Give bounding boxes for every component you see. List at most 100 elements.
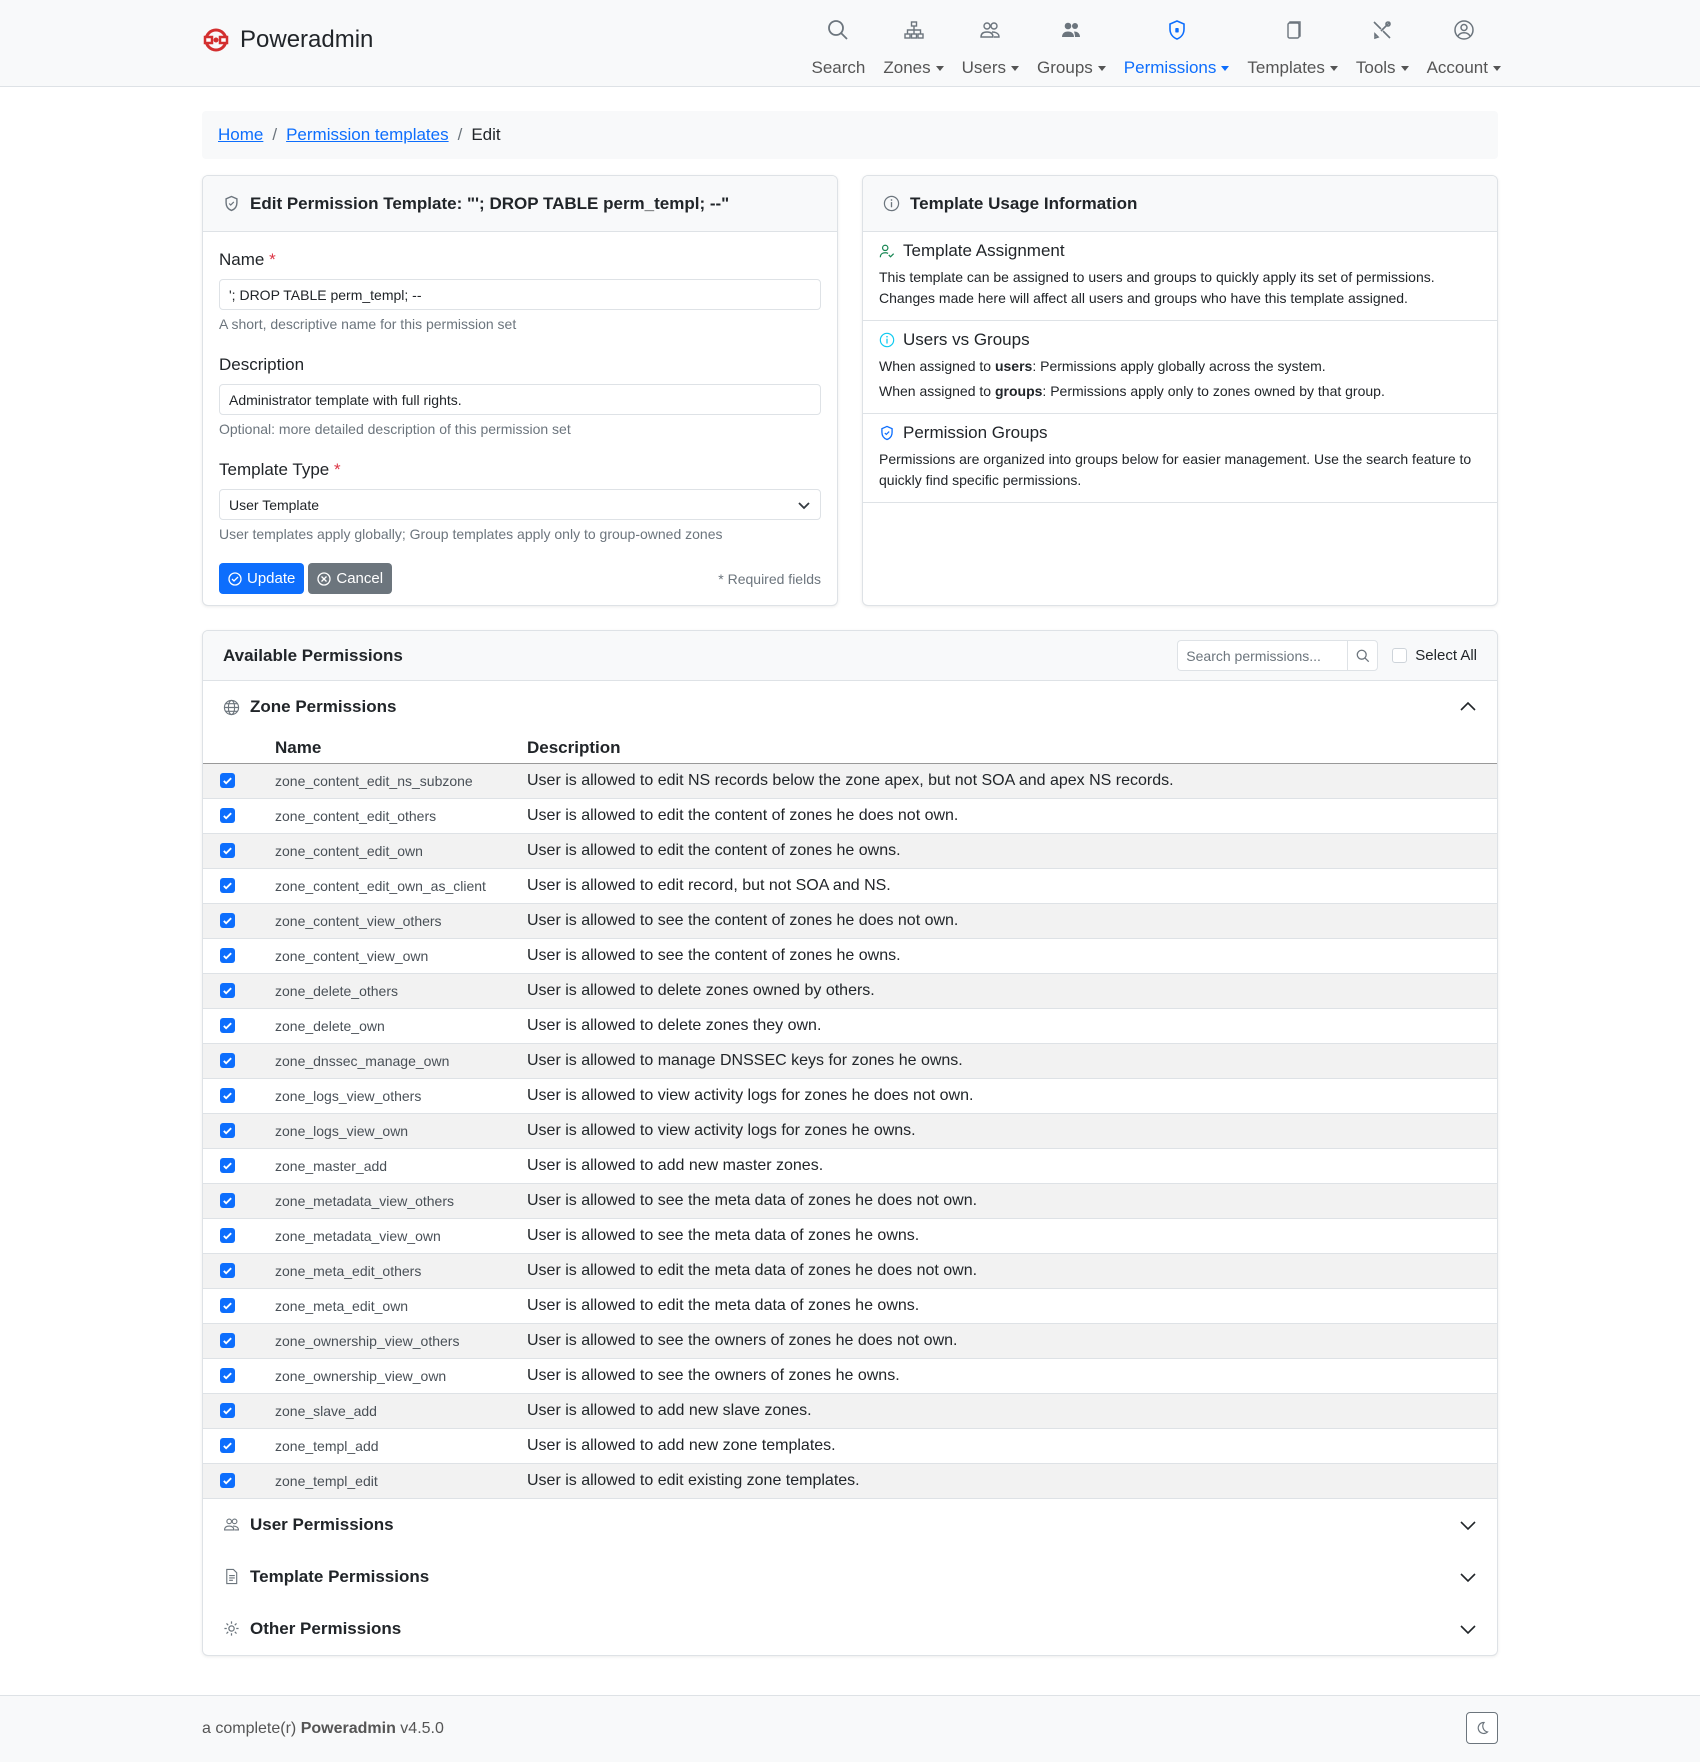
permission-checkbox[interactable]	[220, 1053, 235, 1068]
permission-checkbox[interactable]	[220, 1403, 235, 1418]
breadcrumb-permission-templates[interactable]: Permission templates	[286, 125, 449, 145]
permission-description: User is allowed to delete zones they own…	[527, 1016, 822, 1034]
permission-checkbox[interactable]	[220, 1123, 235, 1138]
user-permissions-toggle[interactable]: User Permissions	[203, 1499, 1497, 1551]
table-row: zone_logs_view_own User is allowed to vie…	[203, 1113, 1497, 1148]
update-button[interactable]: Update	[219, 563, 305, 594]
pg-title: Permission Groups	[903, 423, 1048, 442]
permission-description: User is allowed to see the content of zo…	[527, 911, 959, 929]
permission-checkbox[interactable]	[220, 808, 235, 823]
nav-tools[interactable]: Tools	[1347, 16, 1418, 78]
permission-checkbox[interactable]	[220, 1018, 235, 1033]
assignment-text: This template can be assigned to users a…	[879, 269, 1435, 306]
nav-groups[interactable]: Groups	[1028, 16, 1115, 78]
breadcrumb: Home / Permission templates / Edit	[202, 111, 1498, 159]
permission-checkbox[interactable]	[220, 1438, 235, 1453]
nav-search-label: Search	[811, 58, 866, 77]
select-all[interactable]: Select All	[1392, 647, 1477, 664]
permission-checkbox[interactable]	[220, 913, 235, 928]
permission-checkbox[interactable]	[220, 878, 235, 893]
x-circle-icon	[317, 571, 332, 586]
permission-name: zone_master_add	[275, 1157, 388, 1174]
permission-checkbox[interactable]	[220, 948, 235, 963]
poweradmin-logo-icon	[202, 26, 230, 54]
nav-menu: Search Zones Users Groups Permissions Te…	[803, 16, 1510, 78]
template-permissions-toggle[interactable]: Template Permissions	[203, 1551, 1497, 1603]
brand[interactable]: Poweradmin	[202, 26, 373, 54]
nav-search[interactable]: Search	[803, 16, 875, 78]
shield-icon	[1166, 16, 1188, 44]
caret-down-icon	[1011, 65, 1020, 71]
permission-checkbox[interactable]	[220, 1368, 235, 1383]
permission-name: zone_metadata_view_others	[275, 1192, 455, 1209]
nav-account-label: Account	[1426, 58, 1488, 77]
navbar: Poweradmin Search Zones Users Groups Per…	[0, 0, 1700, 87]
other-permissions-toggle[interactable]: Other Permissions	[203, 1603, 1497, 1655]
zone-permissions-toggle[interactable]: Zone Permissions	[203, 681, 1497, 733]
permission-description: User is allowed to edit the content of z…	[527, 806, 959, 824]
permission-checkbox[interactable]	[220, 1088, 235, 1103]
users-icon	[979, 16, 1001, 44]
table-row: zone_meta_edit_others User is allowed to …	[203, 1253, 1497, 1288]
permission-checkbox[interactable]	[220, 1193, 235, 1208]
caret-down-icon	[1493, 65, 1501, 71]
nav-templates[interactable]: Templates	[1238, 16, 1346, 78]
permission-checkbox[interactable]	[220, 1473, 235, 1488]
template-usage-card: Template Usage Information Template Assi…	[862, 175, 1498, 606]
other-permissions-title: Other Permissions	[250, 1618, 402, 1638]
permission-description: User is allowed to edit existing zone te…	[527, 1471, 860, 1489]
edit-card-title: Edit Permission Template: "'; DROP TABLE…	[250, 193, 730, 213]
table-row: zone_delete_others User is allowed to del…	[203, 973, 1497, 1008]
uvg-users-text: When assigned to users: Permissions appl…	[879, 358, 1326, 374]
nav-tools-label: Tools	[1355, 58, 1396, 77]
assignment-title: Template Assignment	[903, 241, 1065, 260]
nav-users[interactable]: Users	[953, 16, 1028, 78]
nav-zones[interactable]: Zones	[874, 16, 952, 78]
nav-zones-label: Zones	[883, 58, 931, 77]
permission-checkbox[interactable]	[220, 983, 235, 998]
permission-description: User is allowed to see the owners of zon…	[527, 1331, 958, 1349]
permission-name: zone_metadata_view_own	[275, 1227, 441, 1244]
chevron-up-icon	[1459, 698, 1477, 716]
nav-permissions[interactable]: Permissions	[1115, 16, 1239, 78]
description-input[interactable]: Administrator template with full rights.	[219, 384, 821, 415]
breadcrumb-home[interactable]: Home	[218, 125, 263, 145]
permission-description: User is allowed to see the content of zo…	[527, 946, 901, 964]
permission-checkbox[interactable]	[220, 773, 235, 788]
table-row: zone_templ_add User is allowed to add new…	[203, 1428, 1497, 1463]
person-check-icon	[879, 243, 895, 259]
permission-checkbox[interactable]	[220, 1158, 235, 1173]
permission-description: User is allowed to add new slave zones.	[527, 1401, 812, 1419]
caret-down-icon	[1329, 65, 1338, 71]
permission-name: zone_content_edit_ns_subzone	[275, 772, 473, 789]
permission-checkbox[interactable]	[220, 1298, 235, 1313]
permission-checkbox[interactable]	[220, 843, 235, 858]
users-icon	[223, 1516, 240, 1533]
select-all-checkbox[interactable]	[1392, 648, 1408, 663]
permission-checkbox[interactable]	[220, 1333, 235, 1348]
permission-name: zone_templ_add	[275, 1437, 379, 1454]
search-icon	[1356, 649, 1370, 663]
cancel-button[interactable]: Cancel	[308, 563, 393, 594]
permission-checkbox[interactable]	[220, 1263, 235, 1278]
info-card-header: Template Usage Information	[863, 176, 1497, 232]
permission-name: zone_logs_view_own	[275, 1122, 409, 1139]
col-name-header: Name	[275, 733, 527, 764]
theme-toggle-button[interactable]	[1466, 1712, 1498, 1744]
nav-account[interactable]: Account	[1418, 16, 1510, 78]
permission-checkbox[interactable]	[220, 1228, 235, 1243]
table-row: zone_templ_edit User is allowed to edit e…	[203, 1463, 1497, 1498]
name-input[interactable]: '; DROP TABLE perm_templ; --	[219, 279, 821, 310]
table-row: zone_content_edit_own User is allowed to …	[203, 833, 1497, 868]
search-permissions-input[interactable]: Search permissions...	[1177, 640, 1348, 671]
permission-name: zone_dnssec_manage_own	[275, 1052, 450, 1069]
search-permissions-button[interactable]	[1347, 640, 1379, 671]
permission-description: User is allowed to edit NS records below…	[527, 771, 1174, 789]
permission-name: zone_content_edit_own	[275, 842, 423, 859]
caret-down-icon	[1400, 65, 1409, 71]
name-label: Name *	[219, 250, 276, 269]
info-circle-icon	[883, 195, 900, 212]
template-type-select[interactable]: User Template	[219, 489, 821, 520]
template-permissions-title: Template Permissions	[250, 1566, 430, 1586]
nav-groups-label: Groups	[1037, 58, 1093, 77]
